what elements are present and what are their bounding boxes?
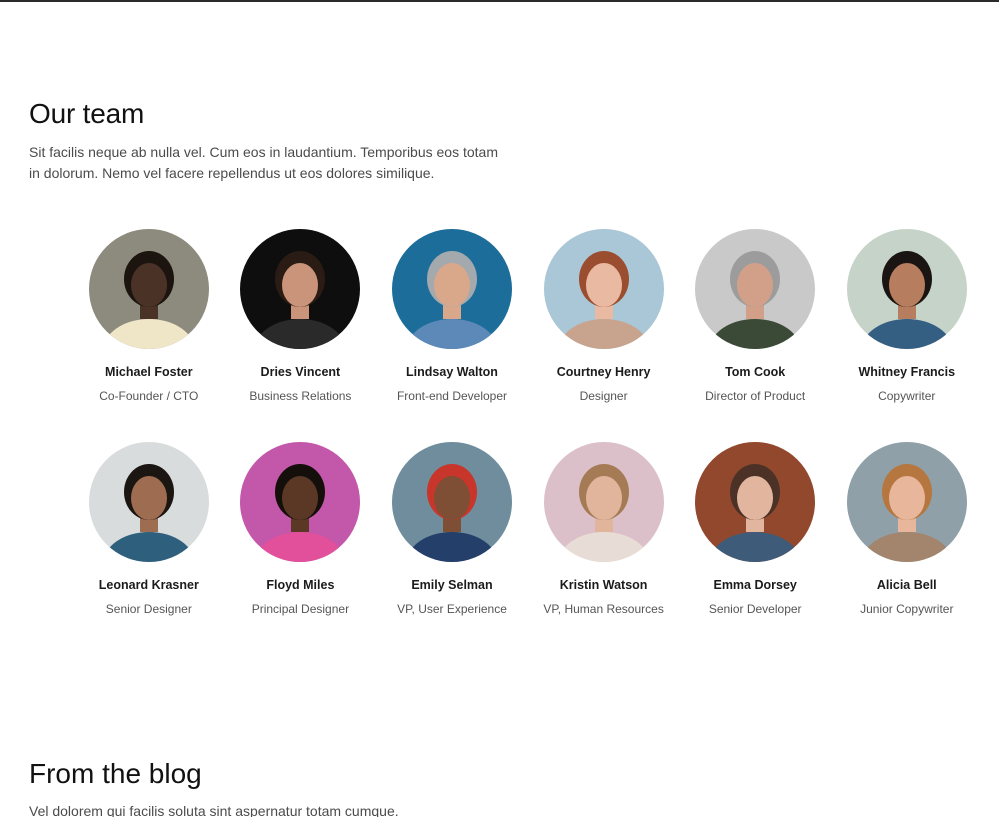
member-name: Dries Vincent [260, 365, 341, 379]
member-name: Lindsay Walton [406, 365, 498, 379]
team-member-card: Emily Selman VP, User Experience [376, 442, 528, 617]
avatar-portrait [391, 229, 512, 349]
team-title: Our team [29, 98, 145, 129]
team-member-card: Emma Dorsey Senior Developer [679, 442, 831, 617]
member-name: Whitney Francis [858, 365, 956, 379]
avatar [846, 442, 967, 562]
avatar-portrait [240, 229, 361, 349]
blog-section: From the blog Vel dolorem qui facilis so… [29, 756, 969, 817]
member-role: Junior Copywriter [860, 602, 954, 616]
avatar [695, 442, 816, 562]
member-role: Senior Developer [708, 602, 802, 616]
team-member-card: Floyd Miles Principal Designer [225, 442, 377, 617]
team-member-card: Leonard Krasner Senior Designer [73, 442, 225, 617]
member-name: Courtney Henry [556, 365, 651, 379]
team-section: Our team Sit facilis neque ab nulla vel.… [29, 96, 969, 616]
member-name: Kristin Watson [559, 578, 648, 592]
team-member-card: Whitney Francis Copywriter [831, 229, 983, 404]
avatar [695, 229, 816, 349]
avatar-portrait [695, 229, 816, 349]
member-role: VP, User Experience [397, 602, 507, 616]
member-role: VP, Human Resources [543, 602, 664, 616]
avatar [543, 442, 664, 562]
team-member-card: Tom Cook Director of Product [679, 229, 831, 404]
avatar [88, 442, 209, 562]
team-member-card: Courtney Henry Designer [528, 229, 680, 404]
avatar [391, 229, 512, 349]
avatar-portrait [391, 442, 512, 562]
member-name: Tom Cook [725, 365, 786, 379]
avatar-portrait [88, 442, 209, 562]
blog-title: From the blog [29, 758, 202, 789]
member-role: Co-Founder / CTO [99, 389, 199, 403]
avatar-portrait [240, 442, 361, 562]
avatar [88, 229, 209, 349]
avatar [240, 229, 361, 349]
member-role: Designer [579, 389, 628, 403]
team-description: Sit facilis neque ab nulla vel. Cum eos … [29, 144, 498, 181]
avatar [543, 229, 664, 349]
team-member-card: Kristin Watson VP, Human Resources [528, 442, 680, 617]
avatar-portrait [846, 229, 967, 349]
member-name: Emily Selman [411, 578, 493, 592]
member-role: Front-end Developer [396, 389, 508, 403]
blog-description: Vel dolorem qui facilis soluta sint aspe… [29, 803, 399, 817]
avatar [240, 442, 361, 562]
member-name: Emma Dorsey [713, 578, 797, 592]
team-member-card: Lindsay Walton Front-end Developer [376, 229, 528, 404]
member-name: Floyd Miles [266, 578, 335, 592]
member-role: Copywriter [878, 389, 936, 403]
avatar-portrait [846, 442, 967, 562]
team-member-card: Dries Vincent Business Relations [225, 229, 377, 404]
avatar [846, 229, 967, 349]
member-role: Senior Designer [105, 602, 192, 616]
member-role: Director of Product [705, 389, 806, 403]
avatar [391, 442, 512, 562]
team-member-card: Alicia Bell Junior Copywriter [831, 442, 983, 617]
page: Our team Sit facilis neque ab nulla vel.… [0, 0, 999, 817]
avatar-portrait [88, 229, 209, 349]
member-role: Principal Designer [251, 602, 350, 616]
avatar-portrait [543, 442, 664, 562]
avatar-portrait [695, 442, 816, 562]
member-role: Business Relations [249, 389, 352, 403]
member-name: Michael Foster [105, 365, 193, 379]
member-name: Leonard Krasner [98, 578, 199, 592]
top-divider [0, 0, 999, 2]
member-name: Alicia Bell [876, 578, 937, 592]
team-member-card: Michael Foster Co-Founder / CTO [73, 229, 225, 404]
avatar-portrait [543, 229, 664, 349]
team-grid: Michael Foster Co-Founder / CTO Dries Vinc… [73, 229, 983, 617]
